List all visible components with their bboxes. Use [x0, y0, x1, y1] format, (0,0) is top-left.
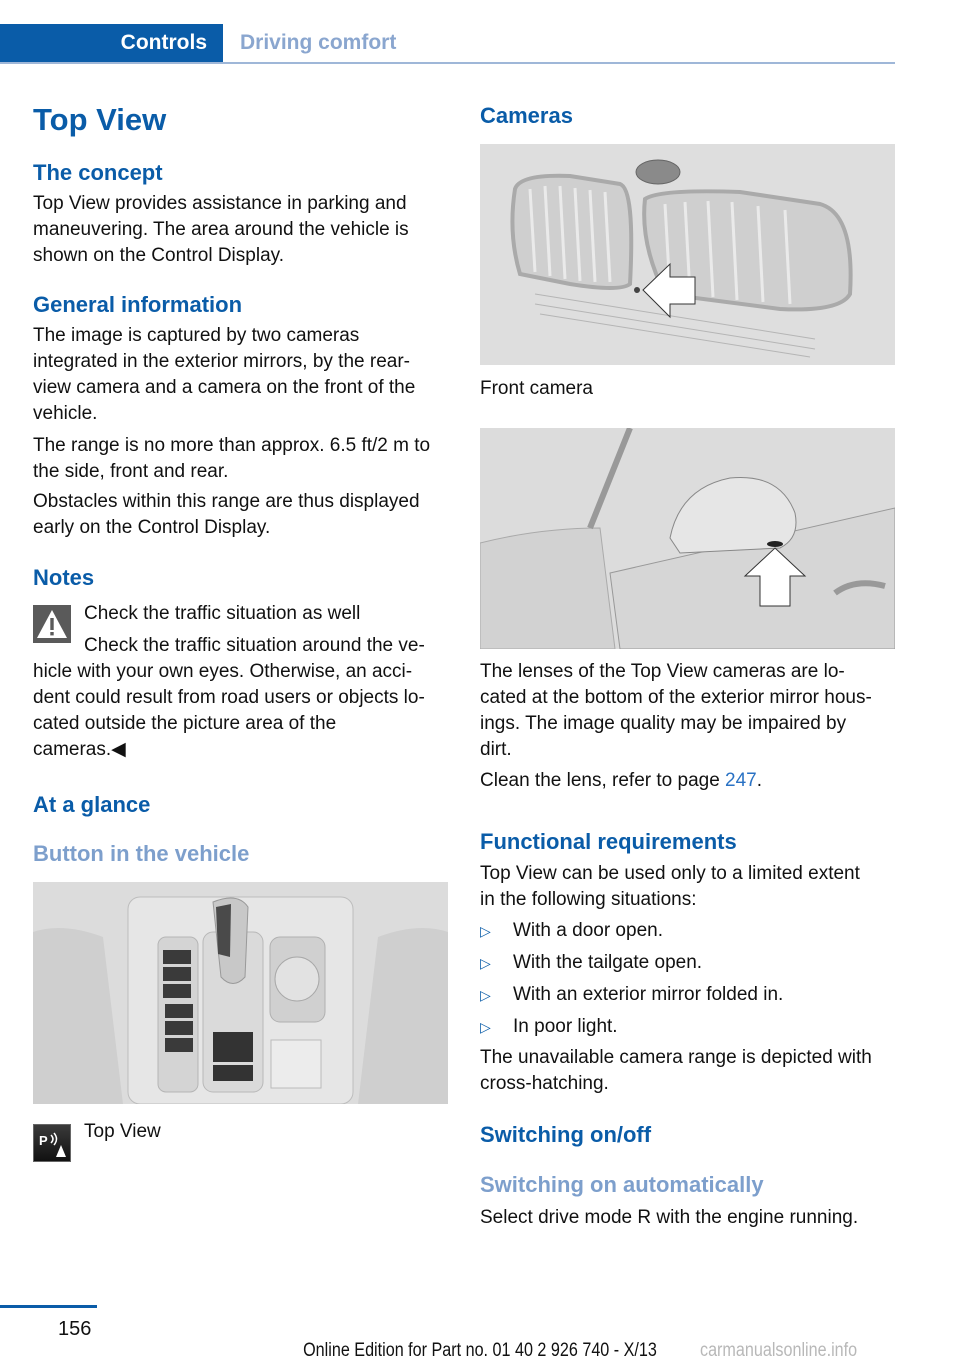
cameras-text: The lenses of the Top View cameras are l…: [480, 659, 872, 763]
text-line: The lenses of the Top View cameras are l…: [480, 661, 845, 682]
subheading-button-in-vehicle: Button in the vehicle: [33, 841, 250, 866]
section-tab-driving-comfort[interactable]: Driving comfort: [240, 24, 396, 62]
heading-switching-on-off: Switching on/off: [480, 1122, 652, 1147]
text-line: dirt.: [480, 739, 512, 760]
front-camera-image: [480, 144, 895, 365]
warning-icon: [33, 605, 71, 643]
text-line: vehicle.: [33, 403, 98, 424]
watermark: carmanualsonline.info: [700, 1340, 858, 1361]
page-number: 156: [58, 1318, 92, 1340]
chapter-tab-controls[interactable]: Controls: [0, 24, 223, 62]
list-item-text: With a door open.: [513, 920, 663, 941]
heading-cameras: Cameras: [480, 103, 573, 128]
heading-general-information: General information: [33, 292, 243, 317]
warning-line-1: Check the traffic situation around the v…: [84, 635, 425, 656]
text-line: The range is no more than approx. 6.5 ft…: [33, 435, 431, 456]
text-line: cated outside the picture area of the: [33, 713, 337, 734]
heading-notes: Notes: [33, 565, 95, 590]
text-line: view camera and a camera on the front of…: [33, 377, 416, 398]
general-text-3: Obstacles within this range are thus dis…: [33, 489, 420, 541]
text-line: The image is captured by two cameras: [33, 325, 360, 346]
parking-top-view-icon: P: [33, 1124, 71, 1162]
heading-functional-requirements: Functional requirements: [480, 829, 737, 854]
general-text-2: The range is no more than approx. 6.5 ft…: [33, 433, 430, 485]
list-item-text: With an exterior mirror folded in.: [513, 984, 784, 1005]
text-line: The unavailable camera range is depicted…: [480, 1047, 872, 1068]
page-title: Top View: [33, 102, 167, 137]
heading-concept: The concept: [33, 160, 163, 185]
list-item-text: In poor light.: [513, 1016, 618, 1037]
warning-title: Check the traffic situation as well: [84, 603, 361, 624]
text-line: early on the Control Display.: [33, 517, 271, 538]
clean-lens-suffix: .: [756, 770, 763, 791]
text-line: cross-hatching.: [480, 1073, 609, 1094]
requirements-after: The unavailable camera range is depicted…: [480, 1045, 872, 1097]
warning-text: hicle with your own eyes. Otherwise, an …: [33, 659, 425, 763]
page-reference-link[interactable]: 247: [725, 770, 757, 791]
page-header: Controls Driving comfort: [0, 24, 895, 64]
top-view-button-label: Top View: [84, 1121, 161, 1142]
list-item-text: With the tailgate open.: [513, 952, 703, 973]
text-line: dent could result from road users or obj…: [33, 687, 425, 708]
clean-lens-text: Clean the lens, refer to page 247.: [480, 768, 762, 794]
bullet-triangle-icon: ▷: [480, 955, 491, 971]
concept-text: Top View provides assistance in parking …: [33, 191, 409, 269]
center-console-image: [33, 882, 448, 1104]
text-line: Top View can be used only to a limited e…: [480, 863, 860, 884]
front-camera-caption: Front camera: [480, 378, 593, 399]
requirements-intro: Top View can be used only to a limited e…: [480, 861, 860, 913]
text-line: cameras.◀: [33, 739, 126, 760]
svg-text:P: P: [39, 1133, 48, 1148]
text-line: cated at the bottom of the exterior mirr…: [480, 687, 872, 708]
bullet-triangle-icon: ▷: [480, 987, 491, 1003]
text-line: in the following situations:: [480, 889, 697, 910]
subheading-switching-on-automatically: Switching on automatically: [480, 1172, 764, 1197]
text-line: shown on the Control Display.: [33, 245, 284, 266]
bullet-triangle-icon: ▷: [480, 1019, 491, 1035]
mirror-camera-image: [480, 428, 895, 649]
general-text-1: The image is captured by two cameras int…: [33, 323, 415, 427]
text-line: integrated in the exterior mirrors, by t…: [33, 351, 410, 372]
text-line: the side, front and rear.: [33, 461, 229, 482]
switching-text: Select drive mode R with the engine runn…: [480, 1207, 859, 1228]
clean-lens-prefix: Clean the lens, refer to page: [480, 770, 726, 791]
text-line: Obstacles within this range are thus dis…: [33, 491, 420, 512]
text-line: maneuvering. The area around the vehicle…: [33, 219, 409, 240]
text-line: Top View provides assistance in parking …: [33, 193, 407, 214]
heading-at-a-glance: At a glance: [33, 792, 151, 817]
footer-divider: [0, 1305, 97, 1308]
text-line: hicle with your own eyes. Otherwise, an …: [33, 661, 413, 682]
bullet-triangle-icon: ▷: [480, 923, 491, 939]
text-line: ings. The image quality may be impaired …: [480, 713, 847, 734]
